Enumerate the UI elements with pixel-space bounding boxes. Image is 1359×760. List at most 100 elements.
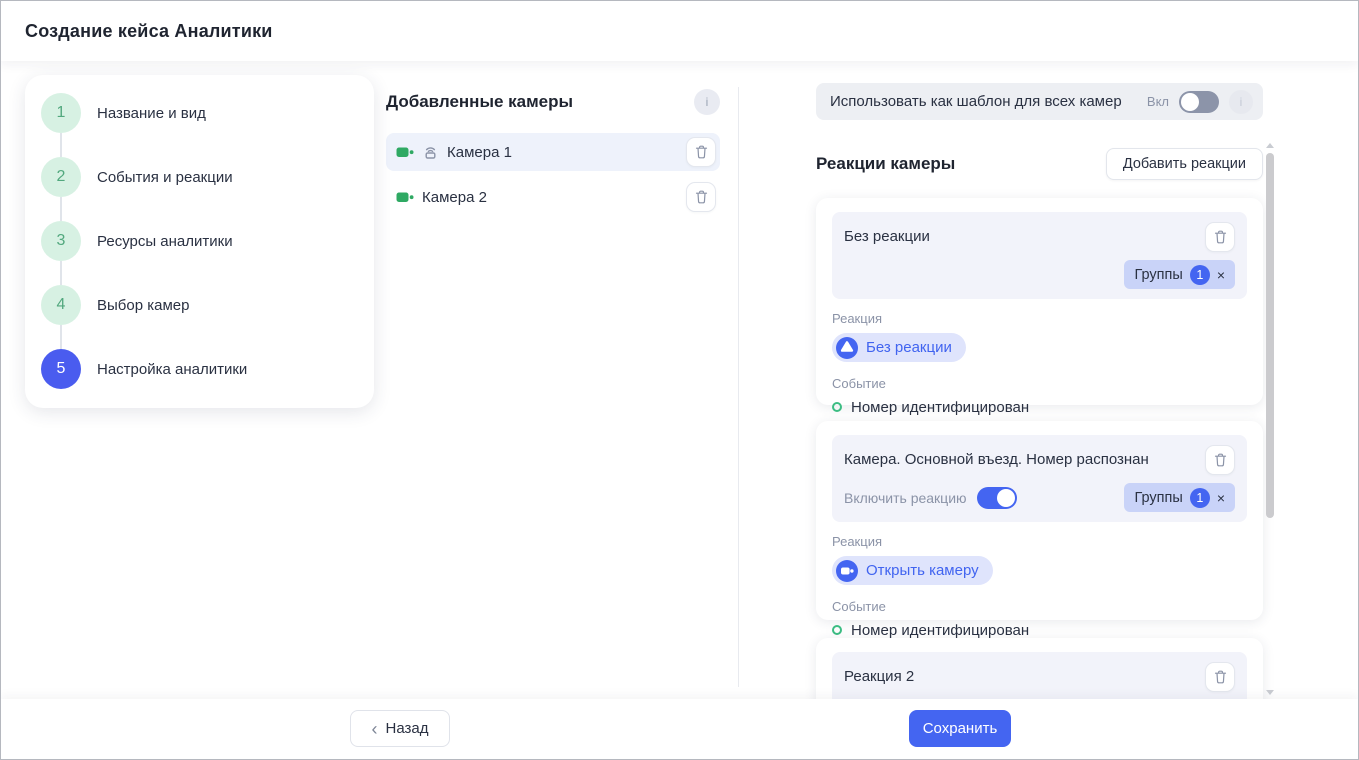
template-toggle[interactable] bbox=[1179, 90, 1219, 113]
reaction-card-header: Без реакции Группы 1 × bbox=[832, 212, 1247, 299]
reaction-field-label: Реакция bbox=[832, 311, 882, 326]
groups-chip[interactable]: Группы 1 × bbox=[1124, 483, 1235, 512]
reaction-field-label: Реакция bbox=[832, 534, 882, 549]
info-glyph: i bbox=[705, 95, 709, 109]
trash-icon bbox=[695, 190, 707, 204]
stream-icon bbox=[422, 144, 439, 160]
delete-reaction-button[interactable] bbox=[1205, 445, 1235, 475]
event-row: Номер идентифицирован bbox=[832, 399, 1247, 416]
reaction-chip-text: Открыть камеру bbox=[866, 562, 979, 579]
dialog-footer: ‹ Назад Сохранить bbox=[1, 699, 1358, 759]
stepper-step-1[interactable]: 1 Название и вид bbox=[41, 93, 358, 133]
chevron-left-icon: ‹ bbox=[371, 718, 378, 739]
reaction-card-title: Без реакции bbox=[844, 228, 930, 245]
step-number-circle: 2 bbox=[41, 157, 81, 197]
event-status-icon bbox=[832, 625, 842, 635]
groups-chip[interactable]: Группы 1 × bbox=[1124, 260, 1235, 289]
event-text: Номер идентифицирован bbox=[851, 398, 1030, 416]
panel-divider bbox=[738, 87, 739, 687]
info-icon[interactable]: i bbox=[1229, 89, 1253, 114]
groups-count-badge: 1 bbox=[1189, 487, 1210, 508]
camera-reactions-header: Реакции камеры Добавить реакции bbox=[816, 147, 1263, 180]
reaction-card-title: Реакция 2 bbox=[844, 668, 915, 685]
step-label: Настройка аналитики bbox=[97, 360, 248, 378]
event-status-icon bbox=[832, 402, 842, 412]
camera-list-item[interactable]: Камера 2 bbox=[386, 178, 720, 216]
template-controls: Вкл i bbox=[1146, 89, 1253, 114]
toggle-knob bbox=[1181, 92, 1199, 111]
camera-name: Камера 1 bbox=[447, 143, 512, 161]
open-camera-icon bbox=[836, 559, 858, 582]
stepper-step-5-active[interactable]: 5 Настройка аналитики bbox=[41, 349, 358, 389]
toggle-knob bbox=[996, 488, 1015, 507]
page-title: Создание кейса Аналитики bbox=[25, 20, 273, 41]
delete-camera-button[interactable] bbox=[686, 137, 716, 167]
reaction-chip[interactable]: Без реакции bbox=[832, 333, 966, 362]
step-number-circle: 4 bbox=[41, 285, 81, 325]
step-number-circle: 5 bbox=[41, 349, 81, 389]
step-connector bbox=[60, 261, 62, 285]
step-label: Ресурсы аналитики bbox=[97, 232, 233, 250]
stepper-step-2[interactable]: 2 События и реакции bbox=[41, 157, 358, 197]
groups-chip-label: Группы bbox=[1134, 266, 1183, 283]
reaction-card-1: Без реакции Группы 1 × Реакция Без реакц… bbox=[816, 198, 1263, 416]
camera-reactions-title: Реакции камеры bbox=[816, 153, 956, 173]
camera-icon bbox=[396, 190, 414, 205]
event-field-label: Событие bbox=[832, 375, 886, 391]
back-button[interactable]: ‹ Назад bbox=[350, 710, 450, 747]
trash-icon bbox=[1214, 453, 1226, 467]
toggle-state-label: Вкл bbox=[1146, 94, 1169, 109]
step-number-circle: 3 bbox=[41, 221, 81, 261]
step-label: Название и вид bbox=[97, 104, 206, 122]
reaction-card-header: Камера. Основной въезд. Номер распознан … bbox=[832, 435, 1247, 522]
event-row: Номер идентифицирован bbox=[832, 622, 1247, 639]
create-analytics-case-dialog: Создание кейса Аналитики × 1 Название и … bbox=[0, 0, 1359, 760]
no-reaction-icon bbox=[836, 336, 858, 359]
save-button[interactable]: Сохранить bbox=[909, 710, 1011, 747]
added-cameras-title: Добавленные камеры bbox=[386, 92, 574, 111]
chip-close-icon[interactable]: × bbox=[1217, 268, 1225, 282]
step-number-circle: 1 bbox=[41, 93, 81, 133]
reaction-card-title: Камера. Основной въезд. Номер распознан bbox=[844, 451, 1149, 468]
reaction-card-2: Камера. Основной въезд. Номер распознан … bbox=[816, 421, 1263, 639]
camera-icon bbox=[396, 145, 414, 160]
event-text: Номер идентифицирован bbox=[851, 621, 1030, 639]
scrollbar-thumb[interactable] bbox=[1266, 153, 1274, 518]
use-as-template-bar: Использовать как шаблон для всех камер В… bbox=[816, 83, 1263, 120]
stepper-step-4[interactable]: 4 Выбор камер bbox=[41, 285, 358, 325]
stepper: 1 Название и вид 2 События и реакции 3 Р… bbox=[25, 75, 374, 408]
add-reactions-button[interactable]: Добавить реакции bbox=[1105, 147, 1263, 180]
delete-reaction-button[interactable] bbox=[1205, 222, 1235, 252]
added-cameras-panel: Добавленные камеры i Камера 1 Камера 2 bbox=[386, 89, 720, 216]
back-button-label: Назад bbox=[385, 720, 429, 737]
delete-reaction-button[interactable] bbox=[1205, 662, 1235, 692]
groups-count-badge: 1 bbox=[1189, 264, 1210, 285]
stepper-step-3[interactable]: 3 Ресурсы аналитики bbox=[41, 221, 358, 261]
scrollbar-up-arrow[interactable] bbox=[1266, 143, 1274, 148]
step-connector bbox=[60, 197, 62, 221]
reactions-scrollbar[interactable] bbox=[1265, 143, 1275, 695]
step-label: Выбор камер bbox=[97, 296, 190, 314]
enable-reaction-toggle[interactable] bbox=[976, 486, 1017, 509]
trash-icon bbox=[1214, 670, 1226, 684]
trash-icon bbox=[695, 145, 707, 159]
step-label: События и реакции bbox=[97, 168, 233, 186]
camera-name: Камера 2 bbox=[422, 188, 487, 206]
reaction-chip[interactable]: Открыть камеру bbox=[832, 556, 993, 585]
step-connector bbox=[60, 325, 62, 349]
event-field-label: Событие bbox=[832, 598, 886, 614]
info-icon[interactable]: i bbox=[694, 89, 720, 115]
info-glyph: i bbox=[1239, 94, 1243, 109]
groups-chip-label: Группы bbox=[1134, 489, 1183, 506]
trash-icon bbox=[1214, 230, 1226, 244]
dialog-header: Создание кейса Аналитики bbox=[1, 1, 1358, 61]
added-cameras-header: Добавленные камеры i bbox=[386, 89, 720, 115]
camera-list: Камера 1 Камера 2 bbox=[386, 133, 720, 216]
camera-list-item-selected[interactable]: Камера 1 bbox=[386, 133, 720, 171]
use-as-template-label: Использовать как шаблон для всех камер bbox=[830, 93, 1122, 110]
delete-camera-button[interactable] bbox=[686, 182, 716, 212]
chip-close-icon[interactable]: × bbox=[1217, 491, 1225, 505]
scrollbar-down-arrow[interactable] bbox=[1266, 690, 1274, 695]
reaction-chip-text: Без реакции bbox=[866, 339, 952, 356]
enable-reaction-label: Включить реакцию bbox=[844, 489, 967, 506]
